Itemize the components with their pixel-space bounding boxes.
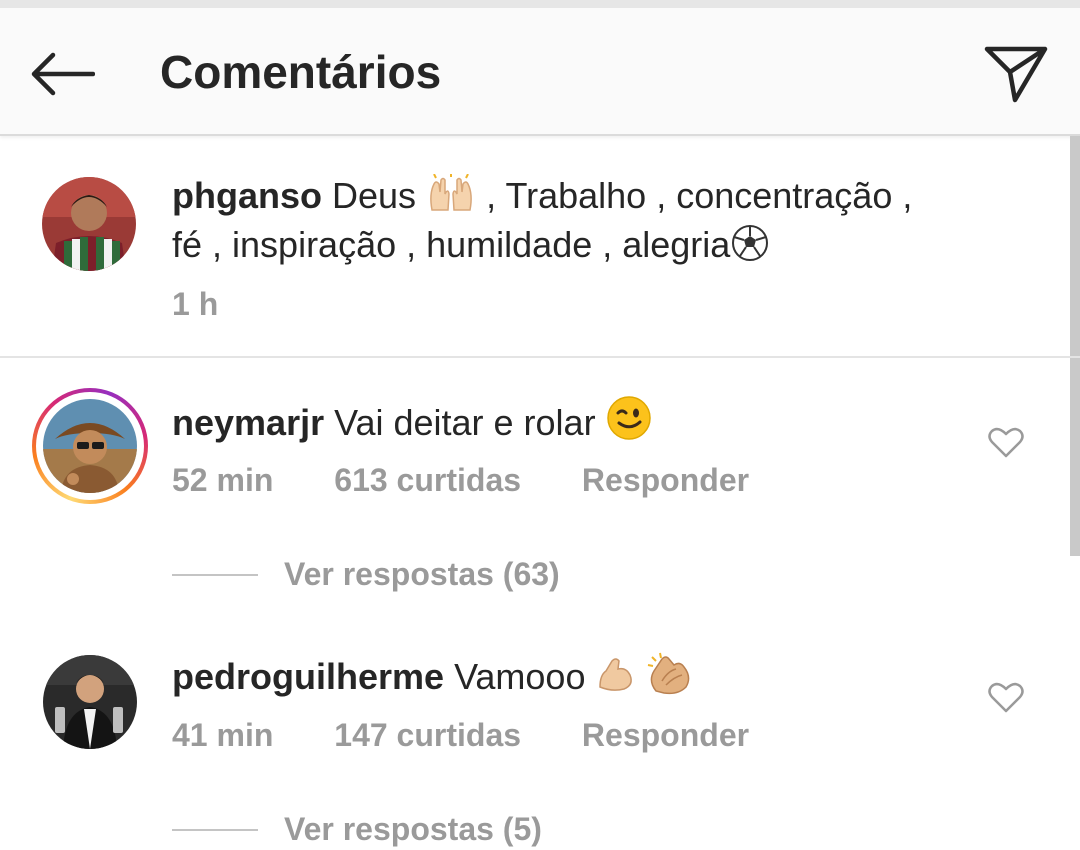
comment-time: 52 min <box>172 462 274 498</box>
caption-text-line2: fé , inspiração , humildade , alegria <box>172 220 770 270</box>
flexed-biceps-emoji <box>598 658 632 691</box>
view-replies-label: Ver respostas (5) <box>284 811 542 847</box>
app-header: Comentários <box>0 8 1080 136</box>
story-ring[interactable] <box>32 388 148 504</box>
share-button[interactable] <box>980 38 1052 110</box>
winking-face-emoji <box>606 396 651 440</box>
avatar[interactable] <box>43 399 137 493</box>
like-button[interactable] <box>982 418 1030 466</box>
caption-text-rest: , Trabalho , concentração , <box>486 175 913 216</box>
view-replies-link[interactable]: Ver respostas (63) <box>172 556 560 593</box>
comment-meta: 52 min 613 curtidas Responder <box>172 462 801 499</box>
heart-icon <box>988 682 1024 713</box>
avatar-pedroguilherme-image <box>43 655 137 749</box>
back-button[interactable] <box>26 38 98 110</box>
view-replies-link[interactable]: Ver respostas (5) <box>172 811 542 848</box>
like-button[interactable] <box>982 673 1030 721</box>
arrow-left-icon <box>31 52 95 96</box>
page-title: Comentários <box>160 46 442 98</box>
reply-button[interactable]: Responder <box>582 462 749 499</box>
caption-username[interactable]: phganso <box>172 175 322 216</box>
comment-likes[interactable]: 613 curtidas <box>334 462 521 499</box>
comment-username[interactable]: pedroguilherme <box>172 656 444 697</box>
comment-text: pedroguilherme Vamooo <box>172 651 696 702</box>
comment-body: Vai deitar e rolar <box>334 402 596 443</box>
post-caption: phganso Deus , Trabalho , concentração ,… <box>0 136 1080 358</box>
caption-text-start: Deus <box>332 175 417 216</box>
comment-body: Vamooo <box>454 656 586 697</box>
status-strip <box>0 0 1080 8</box>
comment-time: 41 min <box>172 717 274 753</box>
caption-text: phganso Deus , Trabalho , concentração , <box>172 171 912 221</box>
avatar-phganso-image <box>42 177 136 271</box>
heart-icon <box>988 427 1024 458</box>
caption-time: 1 h <box>172 286 219 322</box>
raising-hands-emoji <box>430 174 472 211</box>
comment-text: neymarjr Vai deitar e rolar <box>172 395 652 448</box>
caption-meta: 1 h <box>172 286 270 323</box>
avatar-neymarjr-image <box>43 399 137 493</box>
paper-plane-icon <box>984 46 1048 103</box>
avatar[interactable] <box>43 655 137 749</box>
comment-likes[interactable]: 147 curtidas <box>334 717 521 754</box>
clapping-hands-emoji <box>647 652 689 695</box>
view-replies-label: Ver respostas (63) <box>284 556 560 592</box>
replies-divider-line <box>172 573 258 576</box>
comment-meta: 41 min 147 curtidas Responder <box>172 717 801 754</box>
reply-button[interactable]: Responder <box>582 717 749 754</box>
comment-username[interactable]: neymarjr <box>172 402 324 443</box>
replies-divider-line <box>172 828 258 831</box>
avatar[interactable] <box>42 177 136 271</box>
caption-text-line2-text: fé , inspiração , humildade , alegria <box>172 224 731 265</box>
soccer-ball-emoji <box>732 225 769 261</box>
